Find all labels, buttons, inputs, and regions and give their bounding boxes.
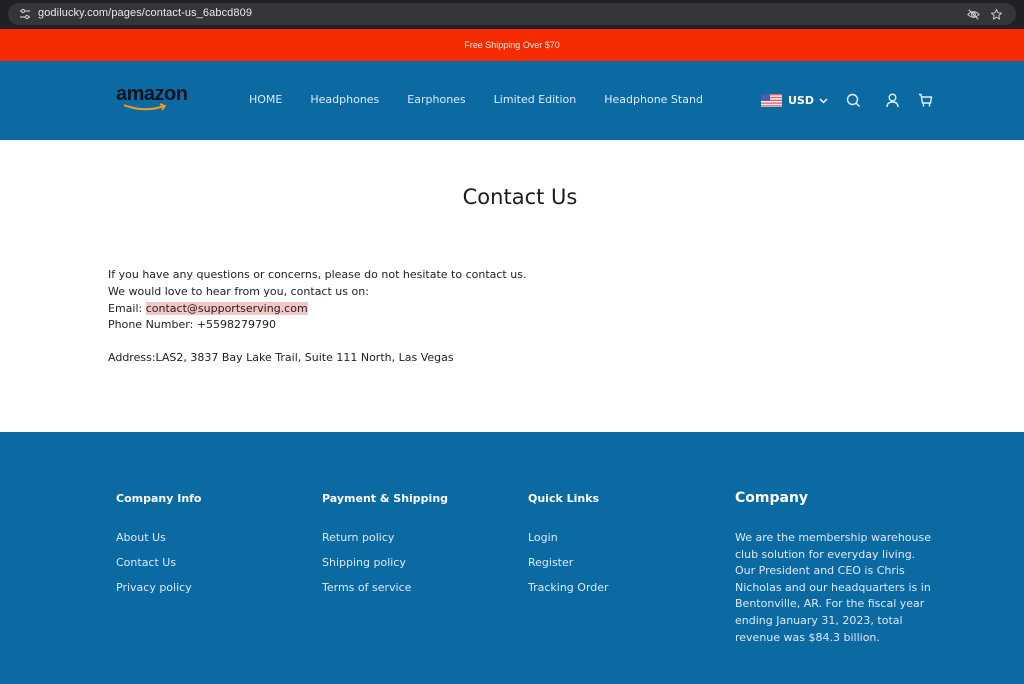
nav-earphones[interactable]: Earphones — [407, 93, 465, 106]
nav-headphones[interactable]: Headphones — [310, 93, 379, 106]
footer-column-company: Company We are the membership warehouse … — [735, 490, 935, 646]
email-line: Email: contact@supportserving.com — [108, 301, 526, 318]
announcement-text: Free Shipping Over $70 — [464, 40, 560, 50]
footer-link-terms-of-service[interactable]: Terms of service — [322, 581, 448, 595]
url-text[interactable]: godilucky.com/pages/contact-us_6abcd809 — [38, 7, 252, 19]
nav-headphone-stand[interactable]: Headphone Stand — [604, 93, 703, 106]
address-bar[interactable]: godilucky.com/pages/contact-us_6abcd809 — [8, 3, 1016, 25]
footer-link-login[interactable]: Login — [528, 531, 609, 545]
footer-link-shipping-policy[interactable]: Shipping policy — [322, 556, 448, 570]
site-footer: Company Info About Us Contact Us Privacy… — [0, 432, 1024, 684]
address-text: Address:LAS2, 3837 Bay Lake Trail, Suite… — [108, 351, 454, 365]
search-icon[interactable] — [846, 93, 861, 108]
eye-off-icon[interactable] — [967, 8, 980, 21]
footer-link-tracking-order[interactable]: Tracking Order — [528, 581, 609, 595]
footer-link-about-us[interactable]: About Us — [116, 531, 202, 545]
email-label: Email: — [108, 301, 146, 315]
footer-column-company-info: Company Info About Us Contact Us Privacy… — [116, 492, 202, 606]
nav-home[interactable]: HOME — [249, 93, 282, 106]
main-nav: HOME Headphones Earphones Limited Editio… — [249, 93, 731, 106]
currency-selector[interactable]: USD — [761, 94, 828, 107]
footer-link-return-policy[interactable]: Return policy — [322, 531, 448, 545]
intro-text-2: We would love to hear from you, contact … — [108, 284, 369, 298]
us-flag-icon — [761, 94, 782, 107]
phone-line: Phone Number: +5598279790 — [108, 317, 526, 334]
email-link[interactable]: contact@supportserving.com — [145, 301, 308, 315]
phone-label: Phone Number: — [108, 318, 197, 332]
site-info-icon[interactable] — [18, 7, 32, 21]
footer-column-payment-shipping: Payment & Shipping Return policy Shippin… — [322, 492, 448, 606]
footer-link-contact-us[interactable]: Contact Us — [116, 556, 202, 570]
page-title: Contact Us — [462, 185, 578, 209]
logo-smile-icon — [123, 103, 167, 111]
logo[interactable]: amazon — [116, 83, 188, 115]
site-header: amazon HOME Headphones Earphones Limited… — [0, 61, 1024, 140]
footer-heading: Company — [735, 490, 809, 506]
currency-label: USD — [788, 94, 814, 107]
footer-heading: Payment & Shipping — [322, 492, 449, 505]
contact-info: If you have any questions or concerns, p… — [108, 267, 526, 367]
phone-value: +5598279790 — [196, 318, 276, 332]
bookmark-star-icon[interactable] — [990, 8, 1003, 21]
footer-link-privacy-policy[interactable]: Privacy policy — [116, 581, 202, 595]
nav-limited-edition[interactable]: Limited Edition — [494, 93, 577, 106]
announcement-bar: Free Shipping Over $70 — [0, 29, 1024, 61]
footer-link-register[interactable]: Register — [528, 556, 609, 570]
browser-toolbar: godilucky.com/pages/contact-us_6abcd809 — [0, 0, 1024, 29]
company-description: We are the membership warehouse club sol… — [735, 531, 931, 644]
intro-text: If you have any questions or concerns, p… — [108, 268, 527, 281]
chevron-down-icon — [819, 98, 828, 103]
footer-heading: Company Info — [116, 492, 202, 505]
account-icon[interactable] — [885, 93, 900, 108]
cart-icon[interactable] — [918, 93, 933, 108]
footer-column-quick-links: Quick Links Login Register Tracking Orde… — [528, 492, 609, 606]
footer-heading: Quick Links — [528, 492, 600, 505]
